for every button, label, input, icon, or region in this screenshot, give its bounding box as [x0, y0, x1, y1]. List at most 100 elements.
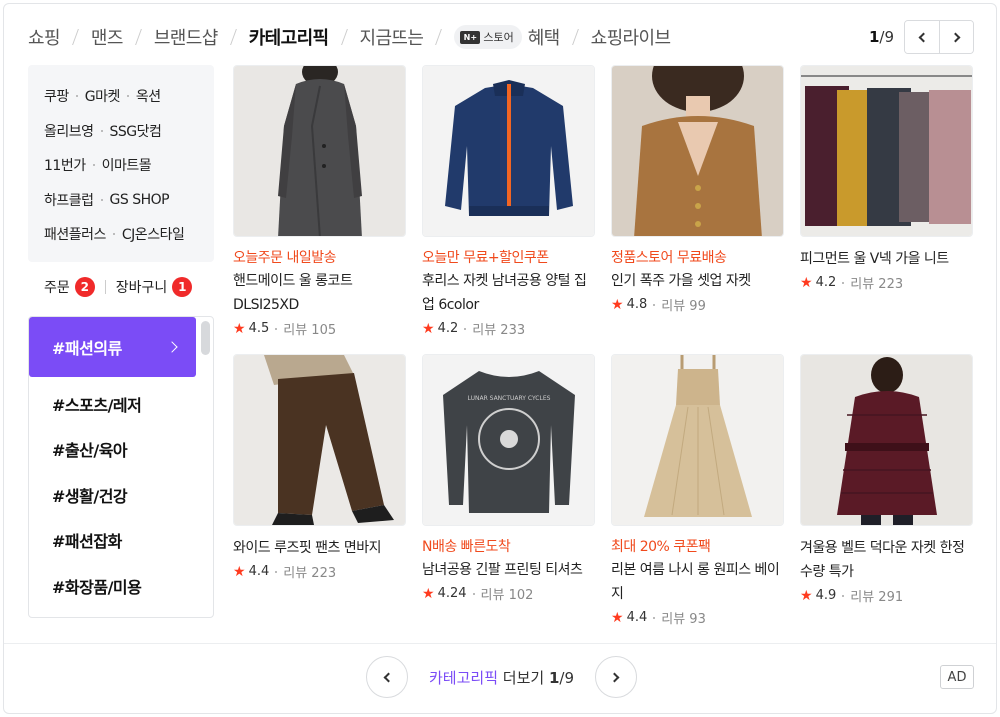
divider: [104, 280, 106, 294]
mall-link[interactable]: G마켓: [85, 86, 121, 106]
product-image-tshirt[interactable]: LUNAR SANCTUARY CYCLES: [422, 354, 595, 526]
product-card[interactable]: LUNAR SANCTUARY CYCLES N배송 빠른도착 남녀공용 긴팔 …: [422, 354, 595, 603]
mall-link[interactable]: 하프클럽: [44, 190, 94, 210]
order-count-badge: 2: [74, 277, 95, 297]
star-icon: ★: [800, 274, 813, 291]
mall-row: 올리브영 SSG닷컴: [44, 114, 214, 149]
product-name[interactable]: 후리스 자켓 남녀공용 양털 집업 6color: [422, 269, 595, 317]
next-button[interactable]: [595, 656, 637, 698]
chevron-left-icon: [383, 672, 394, 682]
promo-text: 정품스토어 무료배송: [611, 250, 727, 266]
category-item-fashion-clothing[interactable]: #패션의류: [29, 317, 196, 377]
product-rating: ★ 4.4 리뷰 93: [611, 609, 706, 628]
chevron-left-icon: [918, 32, 929, 42]
mall-link[interactable]: 이마트몰: [102, 155, 152, 175]
product-name[interactable]: 남녀공용 긴팔 프린팅 티셔츠: [422, 558, 595, 582]
product-image-coat[interactable]: [233, 65, 406, 237]
product-image-knits[interactable]: [800, 65, 973, 237]
product-name[interactable]: 피그먼트 울 V넥 가을 니트: [800, 247, 973, 271]
page-indicator: 1/9: [868, 28, 894, 46]
product-rating: ★ 4.2 리뷰 223: [800, 274, 904, 293]
mall-link[interactable]: 쿠팡: [44, 86, 69, 106]
mall-link[interactable]: 11번가: [44, 155, 86, 175]
star-icon: ★: [233, 320, 246, 337]
promo-text: 최대 20% 쿠폰팩: [611, 539, 711, 555]
chevron-right-icon: [950, 32, 960, 42]
star-icon: ★: [422, 585, 435, 602]
product-name[interactable]: 와이드 루즈핏 팬츠 면바지: [233, 536, 406, 560]
product-card[interactable]: 겨울용 벨트 덕다운 자켓 한정수량 특가 ★ 4.9 리뷰 291: [800, 354, 973, 605]
pager-buttons: [904, 20, 974, 54]
product-image-pants[interactable]: [233, 354, 406, 526]
product-image-down-jacket[interactable]: [800, 354, 973, 526]
bottom-divider: [4, 643, 996, 644]
prev-button[interactable]: [366, 656, 408, 698]
product-image-fleece-jacket[interactable]: [422, 65, 595, 237]
tshirt-print: LUNAR SANCTUARY CYCLES: [468, 395, 551, 402]
category-item-baby[interactable]: #출산/육아: [29, 427, 213, 473]
product-name[interactable]: 핸드메이드 울 롱코트 DLSI25XD: [233, 269, 406, 317]
prev-page-button[interactable]: [905, 21, 939, 53]
order-link[interactable]: 주문: [44, 277, 70, 297]
bottom-pager: 카테고리픽 더보기 1/9: [366, 656, 637, 698]
scrollbar-thumb[interactable]: [201, 321, 210, 355]
chevron-right-icon: [609, 672, 620, 682]
tab-brandshop[interactable]: 브랜드샵: [154, 24, 218, 50]
mall-link[interactable]: GS SHOP: [110, 192, 170, 208]
more-link[interactable]: 카테고리픽 더보기 1/9: [429, 667, 574, 688]
category-item-sports[interactable]: #스포츠/레저: [29, 381, 213, 427]
category-item-accessories[interactable]: #패션잡화: [29, 518, 213, 564]
chevron-right-icon: [166, 341, 178, 353]
category-item-cosmetics[interactable]: #화장품/미용: [29, 563, 213, 609]
product-image-setup-jacket[interactable]: [611, 65, 784, 237]
next-page-button[interactable]: [939, 21, 973, 53]
cart-link[interactable]: 장바구니: [116, 277, 168, 297]
mall-row: 11번가 이마트몰: [44, 148, 214, 183]
cart-count-badge: 1: [172, 277, 193, 297]
tab-benefit[interactable]: N+ 스토어 혜택: [454, 24, 560, 50]
product-card[interactable]: 피그먼트 울 V넥 가을 니트 ★ 4.2 리뷰 223: [800, 65, 973, 292]
product-name[interactable]: 인기 폭주 가을 셋업 자켓: [611, 269, 784, 293]
tab-categorypick[interactable]: 카테고리픽: [249, 24, 329, 50]
star-icon: ★: [800, 587, 813, 604]
promo-text: 오늘주문 내일발송: [233, 250, 337, 266]
mall-link[interactable]: CJ온스타일: [122, 224, 185, 244]
order-cart-links: 주문 2 장바구니 1: [44, 277, 193, 297]
tab-shopping-live[interactable]: 쇼핑라이브: [591, 24, 671, 50]
store-badge: N+ 스토어: [454, 25, 522, 49]
mall-link[interactable]: SSG닷컴: [110, 121, 162, 141]
mall-link[interactable]: 올리브영: [44, 121, 94, 141]
product-name[interactable]: 겨울용 벨트 덕다운 자켓 한정수량 특가: [800, 536, 973, 584]
product-name[interactable]: 리본 여름 나시 롱 원피스 베이지: [611, 558, 784, 606]
product-card[interactable]: 오늘만 무료+할인쿠폰 후리스 자켓 남녀공용 양털 집업 6color ★ 4.…: [422, 65, 595, 338]
product-card[interactable]: 와이드 루즈핏 팬츠 면바지 ★ 4.4 리뷰 223: [233, 354, 406, 581]
star-icon: ★: [611, 609, 624, 626]
ad-badge[interactable]: AD: [940, 665, 974, 689]
star-icon: ★: [611, 296, 624, 313]
product-rating: ★ 4.2 리뷰 233: [422, 320, 526, 339]
product-rating: ★ 4.4 리뷰 223: [233, 563, 337, 582]
promo-text: N배송 빠른도착: [422, 539, 511, 555]
product-card[interactable]: 정품스토어 무료배송 인기 폭주 가을 셋업 자켓 ★ 4.8 리뷰 99: [611, 65, 784, 314]
tab-divider: [340, 29, 348, 45]
product-rating: ★ 4.24 리뷰 102: [422, 585, 534, 604]
product-rating: ★ 4.9 리뷰 291: [800, 587, 904, 606]
mall-row: 쿠팡 G마켓 옥션: [44, 79, 214, 114]
tab-divider: [229, 29, 237, 45]
product-image-dress[interactable]: [611, 354, 784, 526]
tab-trending[interactable]: 지금뜨는: [360, 24, 424, 50]
tab-divider: [72, 29, 79, 45]
mall-row: 하프클럽 GS SHOP: [44, 183, 214, 218]
tab-divider: [435, 29, 443, 45]
mall-link[interactable]: 패션플러스: [44, 224, 106, 244]
tab-mens[interactable]: 맨즈: [91, 24, 124, 50]
tab-divider: [134, 29, 142, 45]
tab-shopping[interactable]: 쇼핑: [28, 24, 61, 50]
product-card[interactable]: 최대 20% 쿠폰팩 리본 여름 나시 롱 원피스 베이지 ★ 4.4 리뷰 93: [611, 354, 784, 627]
mall-link[interactable]: 옥션: [136, 86, 161, 106]
promo-text: 오늘만 무료+할인쿠폰: [422, 250, 549, 266]
mall-links: 쿠팡 G마켓 옥션 올리브영 SSG닷컴 11번가 이마트몰 하프클럽 GS S…: [28, 65, 214, 262]
product-card[interactable]: 오늘주문 내일발송 핸드메이드 울 롱코트 DLSI25XD ★ 4.5 리뷰 10…: [233, 65, 406, 338]
product-rating: ★ 4.5 리뷰 105: [233, 320, 337, 339]
category-item-health[interactable]: #생활/건강: [29, 472, 213, 518]
